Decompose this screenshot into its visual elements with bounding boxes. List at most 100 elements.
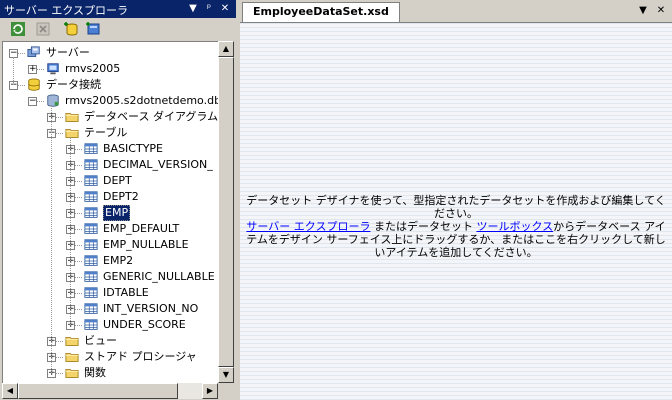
tree-node-label: DEPT2 <box>103 190 139 203</box>
tree-vertical-scrollbar[interactable]: ▲ ▼ <box>218 41 234 383</box>
server-explorer-toolbar <box>0 18 236 40</box>
tree-node[interactable]: + ストアド プロシージャ <box>3 349 219 365</box>
horizontal-scroll-thumb[interactable] <box>18 383 178 399</box>
window-position-dropdown-icon[interactable]: ▼ <box>186 2 200 15</box>
tree-node[interactable]: + DECIMAL_VERSION_ <box>3 157 219 173</box>
scroll-right-arrow-icon[interactable]: ▶ <box>202 383 218 399</box>
table-icon <box>84 319 98 330</box>
table-icon <box>84 287 98 298</box>
toolbox-link[interactable]: ツールボックス <box>476 220 553 233</box>
design-surface-instructions: データセット デザイナを使って、型指定されたデータセットを作成および編集してくだ… <box>242 194 670 259</box>
table-icon <box>84 159 98 170</box>
tree-node-label: rmvs2005 <box>65 62 121 75</box>
tree-node[interactable]: + GENERIC_NULLABLE <box>3 269 219 285</box>
table-icon <box>84 239 98 250</box>
table-icon <box>84 303 98 314</box>
tree-node-label: EMP_DEFAULT <box>103 222 180 235</box>
tree-node[interactable]: + EMP <box>3 205 219 221</box>
tree-node-label: テーブル <box>84 126 128 139</box>
tree-node-label: IDTABLE <box>103 286 149 299</box>
tree-node-label: EMP_NULLABLE <box>103 238 189 251</box>
table-icon <box>84 191 98 202</box>
scroll-up-arrow-icon[interactable]: ▲ <box>218 41 234 57</box>
tree-node-label: ストアド プロシージャ <box>84 350 197 363</box>
tree-node[interactable]: + 関数 <box>3 365 219 381</box>
close-icon[interactable]: ✕ <box>218 2 232 15</box>
tree-node-label: データベース ダイアグラム <box>84 110 219 123</box>
expand-icon[interactable]: + <box>28 65 37 74</box>
tree-node-label: 関数 <box>84 366 106 379</box>
tree-node[interactable]: + IDTABLE <box>3 285 219 301</box>
instruction-line-2: サーバー エクスプローラ またはデータセット ツールボックスからデータベース ア… <box>242 220 670 259</box>
scrollbar-corner <box>218 383 234 399</box>
tree-connector-line <box>51 105 52 373</box>
tree-node[interactable]: − rmvs2005.s2dotnetdemo.dbo <box>3 93 219 109</box>
tree-node[interactable]: + EMP_DEFAULT <box>3 221 219 237</box>
connect-server-icon[interactable] <box>85 21 101 37</box>
tree-node-label: EMP2 <box>103 254 134 267</box>
table-icon <box>84 175 98 186</box>
server-explorer-pane: サーバー エクスプローラ ▼ ᵖ ✕ − サーバー + rmvs2005− データ接続 −… <box>0 0 236 400</box>
table-icon <box>84 223 98 234</box>
tree-node[interactable]: − サーバー <box>3 45 219 61</box>
tree-node-label: ビュー <box>84 334 117 347</box>
scroll-down-arrow-icon[interactable]: ▼ <box>218 367 234 383</box>
document-tabstrip: EmployeeDataSet.xsd ▼ ✕ <box>240 0 672 23</box>
tree-node[interactable]: + INT_VERSION_NO <box>3 301 219 317</box>
close-document-icon[interactable]: ✕ <box>654 4 668 17</box>
instruction-text-mid: またはデータセット <box>370 220 477 233</box>
tree-node-label: DECIMAL_VERSION_ <box>103 158 213 171</box>
tab-employeedataset-xsd[interactable]: EmployeeDataSet.xsd <box>242 2 400 22</box>
tree-node[interactable]: + EMP2 <box>3 253 219 269</box>
tree-node[interactable]: + UNDER_SCORE <box>3 317 219 333</box>
tree-node-label: DEPT <box>103 174 132 187</box>
table-icon <box>84 255 98 266</box>
folder-icon <box>65 353 79 362</box>
table-icon <box>84 207 98 218</box>
connect-database-icon[interactable] <box>63 21 79 37</box>
collapse-icon[interactable]: − <box>28 97 37 106</box>
tree-node-label: GENERIC_NULLABLE <box>103 270 215 283</box>
tree-node[interactable]: + rmvs2005 <box>3 61 219 77</box>
table-icon <box>84 143 98 154</box>
server-explorer-tree[interactable]: − サーバー + rmvs2005 − データ接続 − rmvs2005.s2dotnetde… <box>2 41 219 385</box>
table-icon <box>84 271 98 282</box>
tree-node[interactable]: − テーブル <box>3 125 219 141</box>
tree-node-label: サーバー <box>46 46 90 59</box>
tree-node[interactable]: + ビュー <box>3 333 219 349</box>
tree-node-label: rmvs2005.s2dotnetdemo.dbo <box>65 94 219 107</box>
instruction-line-1: データセット デザイナを使って、型指定されたデータセットを作成および編集してくだ… <box>246 194 666 220</box>
tree-node-label: INT_VERSION_NO <box>103 302 199 315</box>
server-explorer-title: サーバー エクスプローラ <box>4 4 129 17</box>
vertical-scroll-thumb[interactable] <box>218 57 234 367</box>
database-connection-icon <box>47 94 59 107</box>
tree-node[interactable]: + データベース ダイアグラム <box>3 109 219 125</box>
tree-connector-line <box>13 57 14 85</box>
folder-icon <box>65 369 79 378</box>
tree-node[interactable]: + DEPT2 <box>3 189 219 205</box>
stop-icon[interactable] <box>35 21 51 37</box>
tree-node[interactable]: − データ接続 <box>3 77 219 93</box>
scroll-left-arrow-icon[interactable]: ◀ <box>2 383 18 399</box>
server-explorer-titlebar: サーバー エクスプローラ ▼ ᵖ ✕ <box>0 0 236 18</box>
tree-node-label: データ接続 <box>46 78 101 91</box>
tree-node[interactable]: + BASICTYPE <box>3 141 219 157</box>
folder-icon <box>65 129 79 138</box>
server-icon <box>47 63 59 75</box>
tree-connector-line <box>70 137 71 325</box>
data-connections-icon <box>28 78 40 91</box>
dataset-design-surface[interactable]: データセット デザイナを使って、型指定されたデータセットを作成および編集してくだ… <box>240 23 672 400</box>
tree-node[interactable]: + EMP_NULLABLE <box>3 237 219 253</box>
refresh-icon[interactable] <box>10 21 26 37</box>
tree-node[interactable]: + DEPT <box>3 173 219 189</box>
auto-hide-pin-icon[interactable]: ᵖ <box>202 2 216 15</box>
tab-list-dropdown-icon[interactable]: ▼ <box>636 4 650 17</box>
folder-icon <box>65 113 79 122</box>
tree-node-label: UNDER_SCORE <box>103 318 186 331</box>
folder-icon <box>65 337 79 346</box>
tree-horizontal-scrollbar[interactable]: ◀ ▶ <box>2 383 218 399</box>
servers-icon <box>27 46 40 57</box>
tree-node-label: EMP <box>103 205 131 221</box>
dataset-designer-pane: EmployeeDataSet.xsd ▼ ✕ データセット デザイナを使って、… <box>240 0 672 400</box>
server-explorer-link[interactable]: サーバー エクスプローラ <box>246 220 370 233</box>
